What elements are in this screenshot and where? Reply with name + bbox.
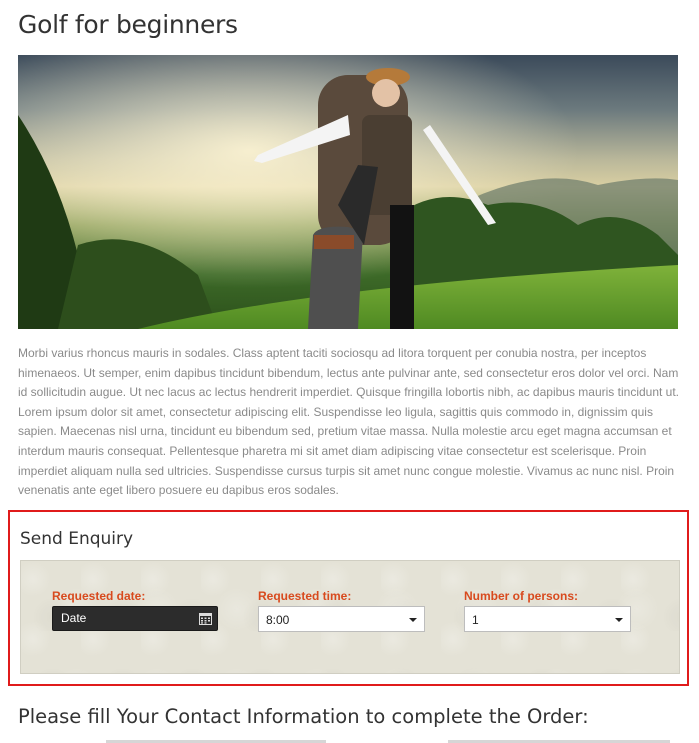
- enquiry-form-panel: Requested date: Requested time: 8:00: [20, 560, 680, 674]
- date-input[interactable]: [53, 607, 191, 629]
- requested-time-select[interactable]: 8:00: [258, 606, 425, 632]
- number-of-persons-select[interactable]: 1: [464, 606, 631, 632]
- calendar-icon[interactable]: [199, 612, 212, 625]
- hero-illustration: [18, 55, 678, 329]
- requested-time-label: Requested time:: [258, 589, 352, 603]
- number-of-persons-label: Number of persons:: [464, 589, 579, 603]
- page-title: Golf for beginners: [18, 10, 238, 39]
- caret-down-icon[interactable]: [409, 618, 417, 622]
- enquiry-section: Send Enquiry Requested date: Requested t…: [8, 510, 689, 686]
- body-paragraph: Morbi varius rhoncus mauris in sodales. …: [18, 346, 680, 498]
- contact-heading: Please fill Your Contact Information to …: [18, 705, 589, 728]
- caret-down-icon[interactable]: [615, 618, 623, 622]
- requested-time-field: Requested time: 8:00: [258, 589, 425, 632]
- requested-date-field: Requested date:: [52, 589, 219, 631]
- date-input-wrapper[interactable]: [52, 606, 218, 631]
- number-of-persons-value: 1: [472, 613, 479, 627]
- requested-time-value: 8:00: [266, 613, 290, 627]
- number-of-persons-field: Number of persons: 1: [464, 589, 631, 632]
- enquiry-title: Send Enquiry: [20, 529, 134, 549]
- hero-image: [18, 55, 678, 329]
- requested-date-label: Requested date:: [52, 589, 146, 603]
